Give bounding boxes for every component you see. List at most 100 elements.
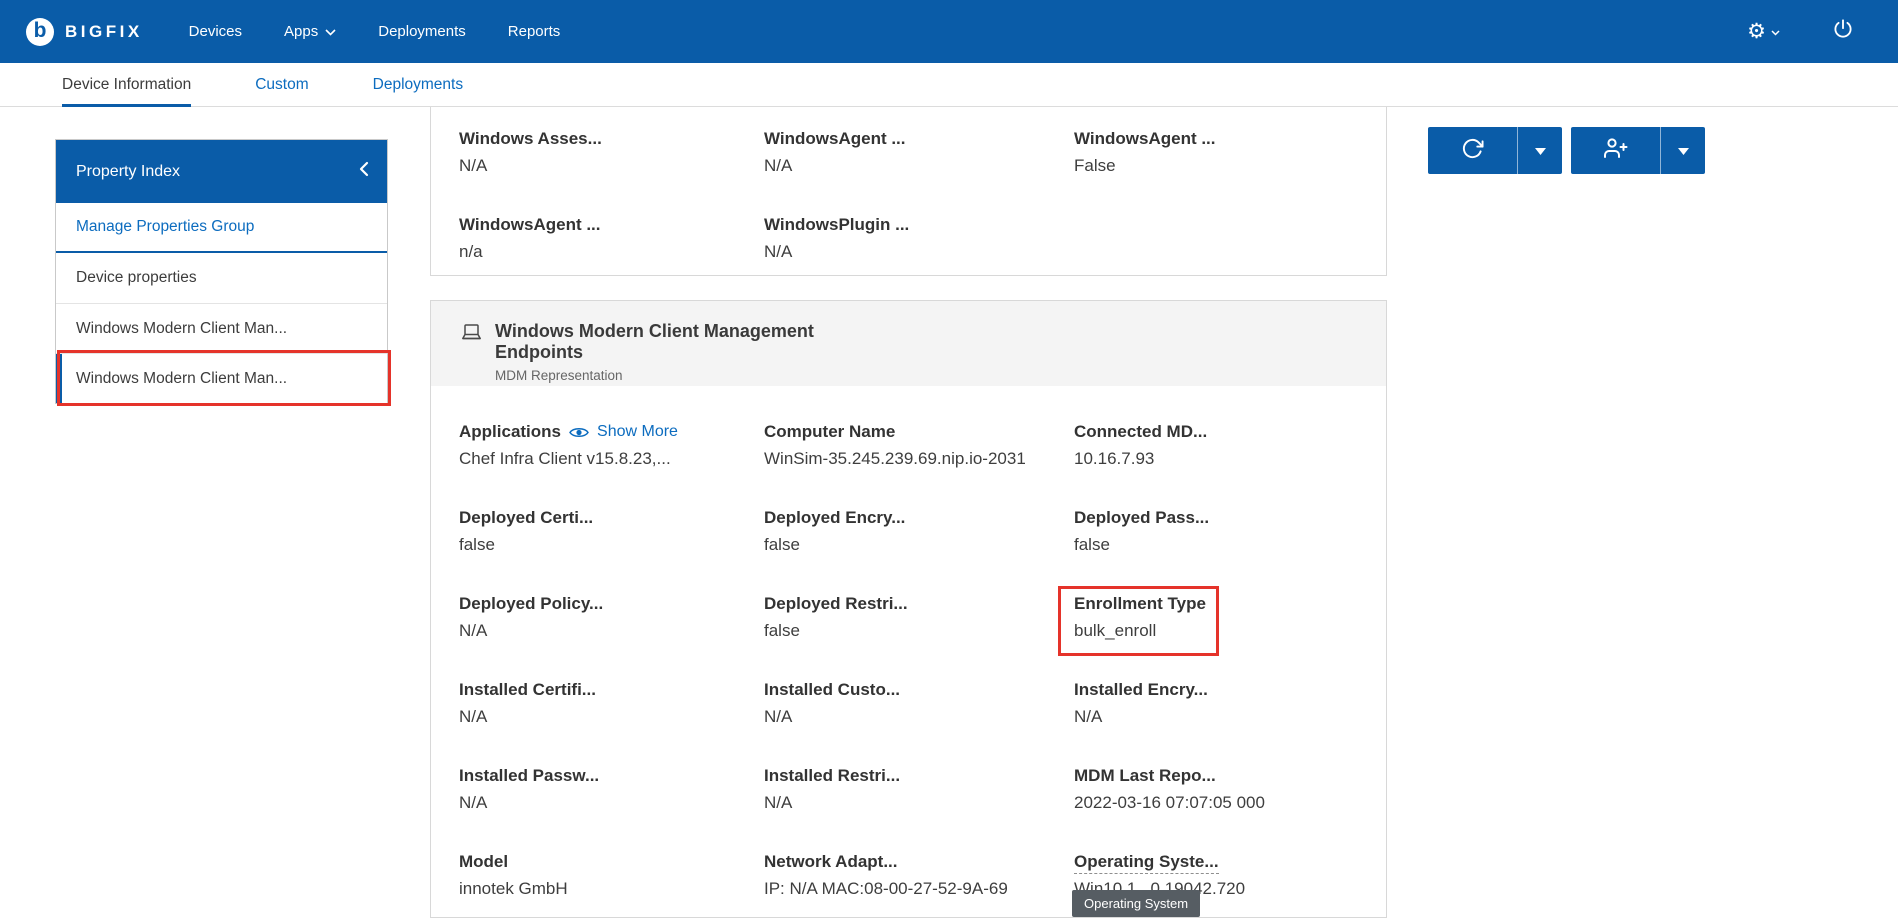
property-cell-computer-name: Computer Name WinSim-35.245.239.69.nip.i…	[764, 422, 1074, 508]
property-label: WindowsAgent ...	[1074, 129, 1386, 149]
property-label: Deployed Encry...	[764, 508, 1074, 528]
operating-system-tooltip-trigger[interactable]: Operating Syste...	[1074, 852, 1219, 874]
mdm-card-title: Windows Modern Client Management Endpoin…	[495, 321, 835, 363]
property-label: Network Adapt...	[764, 852, 1074, 872]
property-cell-deployed-policy: Deployed Policy... N/A	[459, 594, 764, 680]
main-nav: Devices Apps Deployments Reports	[189, 0, 561, 63]
nav-item-devices[interactable]: Devices	[189, 0, 242, 63]
caret-down-icon	[1535, 142, 1546, 160]
property-cell-deployed-restrictions: Deployed Restri... false	[764, 594, 1074, 680]
property-label: Installed Custo...	[764, 680, 1074, 700]
refresh-button[interactable]	[1428, 127, 1518, 174]
device-actions	[1428, 127, 1705, 174]
property-cell-windowsagent-1: WindowsAgent ... N/A	[764, 129, 1074, 215]
nav-label: Reports	[508, 23, 561, 40]
nav-item-deployments[interactable]: Deployments	[378, 0, 466, 63]
property-cell-connected-mdm: Connected MD... 10.16.7.93	[1074, 422, 1386, 508]
sidebar-item-windows-modern-client-1[interactable]: Windows Modern Client Man...	[56, 303, 387, 353]
sidebar-item-label: Device properties	[76, 269, 197, 287]
property-label: WindowsAgent ...	[764, 129, 1074, 149]
property-value: IP: N/A MAC:08-00-27-52-9A-69	[764, 879, 1074, 899]
property-value: N/A	[1074, 707, 1386, 727]
property-label: Deployed Restri...	[764, 594, 1074, 614]
property-cell-windowsagent-2: WindowsAgent ... False	[1074, 129, 1386, 215]
property-label: Installed Passw...	[459, 766, 764, 786]
chevron-left-icon[interactable]	[359, 161, 369, 182]
settings-button[interactable]: ⚙	[1747, 21, 1780, 42]
logo-letter: b	[34, 20, 47, 41]
chevron-down-icon	[325, 23, 336, 40]
tab-bar: Device Information Custom Deployments	[0, 63, 1898, 107]
refresh-icon	[1461, 137, 1484, 165]
tab-custom[interactable]: Custom	[255, 63, 308, 106]
property-value: 2022-03-16 07:07:05 000	[1074, 793, 1386, 813]
refresh-dropdown-toggle[interactable]	[1518, 127, 1562, 174]
property-cell-network-adapter: Network Adapt... IP: N/A MAC:08-00-27-52…	[764, 852, 1074, 918]
property-value: N/A	[764, 793, 1074, 813]
user-dropdown-toggle[interactable]	[1661, 127, 1705, 174]
property-label: Operating Syste...	[1074, 852, 1386, 872]
mdm-card-subtitle: MDM Representation	[495, 368, 835, 383]
property-cell-deployed-encryption: Deployed Encry... false	[764, 508, 1074, 594]
property-cell-deployed-certificates: Deployed Certi... false	[459, 508, 764, 594]
show-more-link[interactable]: Show More	[597, 423, 678, 441]
refresh-split-button	[1428, 127, 1562, 174]
nav-item-reports[interactable]: Reports	[508, 0, 561, 63]
property-label: Installed Encry...	[1074, 680, 1386, 700]
property-value: False	[1074, 156, 1386, 176]
property-label: Model	[459, 852, 764, 872]
property-cell-model: Model innotek GmbH	[459, 852, 764, 918]
sidebar-item-windows-modern-client-2[interactable]: Windows Modern Client Man...	[56, 353, 387, 403]
property-label: MDM Last Repo...	[1074, 766, 1386, 786]
bigfix-logo[interactable]: b BIGFIX	[26, 18, 143, 46]
property-value: false	[764, 621, 1074, 641]
power-button[interactable]	[1832, 18, 1854, 45]
brand-text: BIGFIX	[65, 22, 143, 42]
caret-down-icon	[1678, 142, 1689, 160]
sidebar-item-device-properties[interactable]: Device properties	[56, 253, 387, 303]
property-value: N/A	[459, 621, 764, 641]
mdm-properties-grid: Applications Show More Chef Infra Client…	[431, 386, 1386, 918]
property-value: false	[459, 535, 764, 555]
property-value: Chef Infra Client v15.8.23,...	[459, 449, 764, 469]
tab-device-information[interactable]: Device Information	[62, 63, 191, 106]
property-index-panel: Property Index Manage Properties Group D…	[55, 139, 388, 404]
property-label: Windows Asses...	[459, 129, 764, 149]
property-value: innotek GmbH	[459, 879, 764, 899]
property-label: WindowsAgent ...	[459, 215, 764, 235]
property-index-header: Property Index	[56, 140, 387, 203]
topbar-right: ⚙	[1747, 18, 1854, 45]
property-label: Deployed Pass...	[1074, 508, 1386, 528]
bigfix-device-page: b BIGFIX Devices Apps Deployments Report…	[0, 0, 1898, 923]
property-cell-empty	[1074, 215, 1386, 276]
main-content: Windows Asses... N/A WindowsAgent ... N/…	[430, 107, 1387, 918]
user-action-button[interactable]	[1571, 127, 1661, 174]
nav-label: Deployments	[378, 23, 466, 40]
nav-item-apps[interactable]: Apps	[284, 0, 336, 63]
property-label: Deployed Policy...	[459, 594, 764, 614]
property-label: Applications	[459, 422, 561, 442]
property-label: Installed Restri...	[764, 766, 1074, 786]
property-label: Connected MD...	[1074, 422, 1386, 442]
property-value: N/A	[764, 707, 1074, 727]
applications-label-row: Applications Show More	[459, 422, 764, 442]
property-cell-enrollment-type: Enrollment Type bulk_enroll	[1074, 594, 1386, 680]
eye-icon[interactable]	[569, 426, 589, 439]
chevron-down-icon	[1771, 23, 1780, 41]
nav-label: Apps	[284, 23, 318, 40]
tab-label: Device Information	[62, 76, 191, 94]
property-value: n/a	[459, 242, 764, 262]
laptop-icon	[461, 323, 482, 386]
tab-deployments[interactable]: Deployments	[373, 63, 463, 106]
property-cell-windows-asses: Windows Asses... N/A	[459, 129, 764, 215]
sidebar-item-manage-properties-group[interactable]: Manage Properties Group	[56, 203, 387, 253]
property-cell-installed-certificates: Installed Certifi... N/A	[459, 680, 764, 766]
property-value: N/A	[459, 156, 764, 176]
user-split-button	[1571, 127, 1705, 174]
properties-card-top: Windows Asses... N/A WindowsAgent ... N/…	[430, 107, 1387, 276]
property-value: N/A	[459, 707, 764, 727]
property-cell-applications: Applications Show More Chef Infra Client…	[459, 422, 764, 508]
property-value: N/A	[764, 242, 1074, 262]
property-label: Computer Name	[764, 422, 1074, 442]
property-cell-windowsagent-3: WindowsAgent ... n/a	[459, 215, 764, 276]
